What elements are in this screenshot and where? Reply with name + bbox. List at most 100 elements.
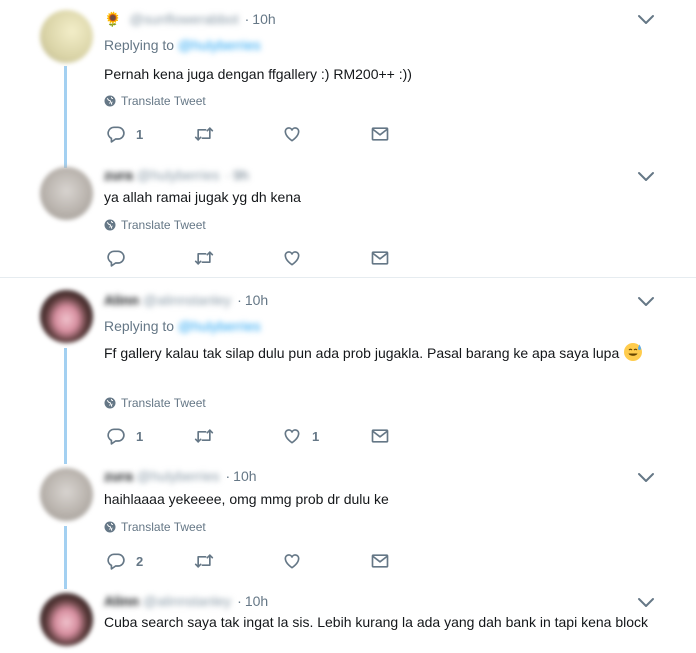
tweet-text: ya allah ramai jugak yg dh kena: [104, 189, 301, 205]
tweet-3[interactable]: Alinn @alinnstanley · 10h Replying to @huly…: [0, 278, 696, 464]
like-icon: [282, 248, 302, 268]
display-name[interactable]: Alinn: [104, 593, 139, 609]
separator-dot: ·: [237, 292, 242, 308]
globe-icon: [104, 397, 116, 409]
chevron-down-icon[interactable]: [637, 14, 655, 26]
replying-to: Replying to @hulyberries: [104, 37, 261, 53]
like-button[interactable]: [282, 551, 312, 571]
tweet-5[interactable]: Alinn @alinnstanley · 10h Cuba search saya …: [0, 589, 696, 653]
like-icon: [282, 551, 302, 571]
translate-tweet[interactable]: Translate Tweet: [104, 218, 206, 232]
reply-icon: [106, 551, 126, 571]
retweet-button[interactable]: [194, 426, 214, 446]
reply-count: 1: [136, 126, 144, 142]
replying-handle[interactable]: @hulyberries: [178, 37, 261, 53]
sunflower-emoji: 🌻: [104, 11, 122, 27]
reply-button[interactable]: 2: [106, 551, 143, 571]
dm-button[interactable]: [370, 426, 390, 446]
globe-icon: [104, 521, 116, 533]
tweet-text: Cuba search saya tak ingat la sis. Lebih…: [104, 614, 649, 630]
dm-icon: [370, 248, 390, 268]
tweet-2[interactable]: zura @hulyberries · 9h ya allah ramai jugak…: [0, 160, 696, 278]
avatar[interactable]: [40, 468, 93, 521]
retweet-icon: [194, 426, 214, 446]
user-handle[interactable]: @hulyberries: [137, 468, 220, 484]
retweet-button[interactable]: [194, 248, 214, 268]
like-button[interactable]: [282, 248, 312, 268]
tweet-text-content: Ff gallery kalau tak silap dulu pun ada …: [104, 345, 620, 361]
reply-count: 2: [136, 553, 144, 569]
replying-handle[interactable]: @hulyberries: [178, 318, 261, 334]
like-button[interactable]: [282, 124, 312, 144]
tweet-4[interactable]: zura @hulyberries · 10h haihlaaaa yekeeee, …: [0, 464, 696, 589]
display-name[interactable]: zura: [104, 468, 133, 484]
translate-label: Translate Tweet: [121, 520, 206, 534]
reply-count: 1: [136, 428, 144, 444]
dm-button[interactable]: [370, 551, 390, 571]
user-handle[interactable]: @hulyberries: [137, 167, 220, 183]
like-icon: [282, 124, 302, 144]
replying-label: Replying to: [104, 37, 175, 53]
tweet-header: zura @hulyberries · 10h: [104, 466, 257, 486]
display-name[interactable]: Alinn: [104, 292, 139, 308]
retweet-icon: [194, 248, 214, 268]
reply-icon: [106, 426, 126, 446]
retweet-icon: [194, 551, 214, 571]
retweet-button[interactable]: [194, 551, 214, 571]
retweet-icon: [194, 124, 214, 144]
timestamp[interactable]: 10h: [252, 11, 275, 27]
globe-icon: [104, 95, 116, 107]
like-count: 1: [312, 428, 320, 444]
avatar[interactable]: [40, 10, 93, 63]
reply-button[interactable]: 1: [106, 124, 143, 144]
avatar[interactable]: [40, 593, 93, 646]
translate-label: Translate Tweet: [121, 94, 206, 108]
retweet-button[interactable]: [194, 124, 214, 144]
chevron-down-icon[interactable]: [637, 472, 655, 484]
user-handle[interactable]: @alinnstanley: [143, 593, 231, 609]
separator-dot: ·: [237, 593, 242, 609]
timestamp[interactable]: 10h: [233, 468, 256, 484]
translate-tweet[interactable]: Translate Tweet: [104, 94, 206, 108]
avatar[interactable]: [40, 167, 93, 220]
translate-tweet[interactable]: Translate Tweet: [104, 520, 206, 534]
translate-tweet[interactable]: Translate Tweet: [104, 396, 206, 410]
translate-label: Translate Tweet: [121, 218, 206, 232]
user-handle[interactable]: @sunflowerabbot: [129, 11, 238, 27]
like-button[interactable]: 1: [282, 426, 319, 446]
like-icon: [282, 426, 302, 446]
reply-icon: [106, 124, 126, 144]
separator-dot: ·: [225, 468, 231, 484]
separator-dot: ·: [244, 11, 250, 27]
chevron-down-icon[interactable]: [637, 171, 655, 183]
chevron-down-icon[interactable]: [637, 296, 655, 308]
timestamp[interactable]: 10h: [245, 292, 268, 308]
globe-icon: [104, 219, 116, 231]
tweet-header: zura @hulyberries · 9h: [104, 165, 249, 185]
thread-line: [64, 526, 67, 589]
thread-line: [64, 66, 67, 160]
timestamp[interactable]: 9h: [233, 167, 249, 183]
dm-icon: [370, 426, 390, 446]
tweet-header: Alinn @alinnstanley · 10h: [104, 290, 268, 310]
reply-icon: [106, 248, 126, 268]
tweet-text: haihlaaaa yekeeee, omg mmg prob dr dulu …: [104, 491, 389, 507]
translate-label: Translate Tweet: [121, 396, 206, 410]
dm-button[interactable]: [370, 124, 390, 144]
timestamp[interactable]: 10h: [245, 593, 268, 609]
tweet-text: Pernah kena juga dengan ffgallery :) RM2…: [104, 66, 412, 82]
tweet-1[interactable]: 🌻 @sunflowerabbot · 10h Replying to @hulybe…: [0, 0, 696, 165]
reply-button[interactable]: 1: [106, 426, 143, 446]
tweet-header: 🌻 @sunflowerabbot · 10h: [104, 9, 276, 29]
separator-dot: ·: [225, 167, 231, 183]
dm-button[interactable]: [370, 248, 390, 268]
replying-to: Replying to @hulyberries: [104, 318, 261, 334]
user-handle[interactable]: @alinnstanley: [143, 292, 231, 308]
display-name[interactable]: zura: [104, 167, 133, 183]
replying-label: Replying to: [104, 318, 175, 334]
tweet-header: Alinn @alinnstanley · 10h: [104, 591, 268, 611]
thread-line: [64, 348, 67, 464]
chevron-down-icon[interactable]: [637, 597, 655, 609]
avatar[interactable]: [40, 290, 93, 343]
reply-button[interactable]: [106, 248, 136, 268]
